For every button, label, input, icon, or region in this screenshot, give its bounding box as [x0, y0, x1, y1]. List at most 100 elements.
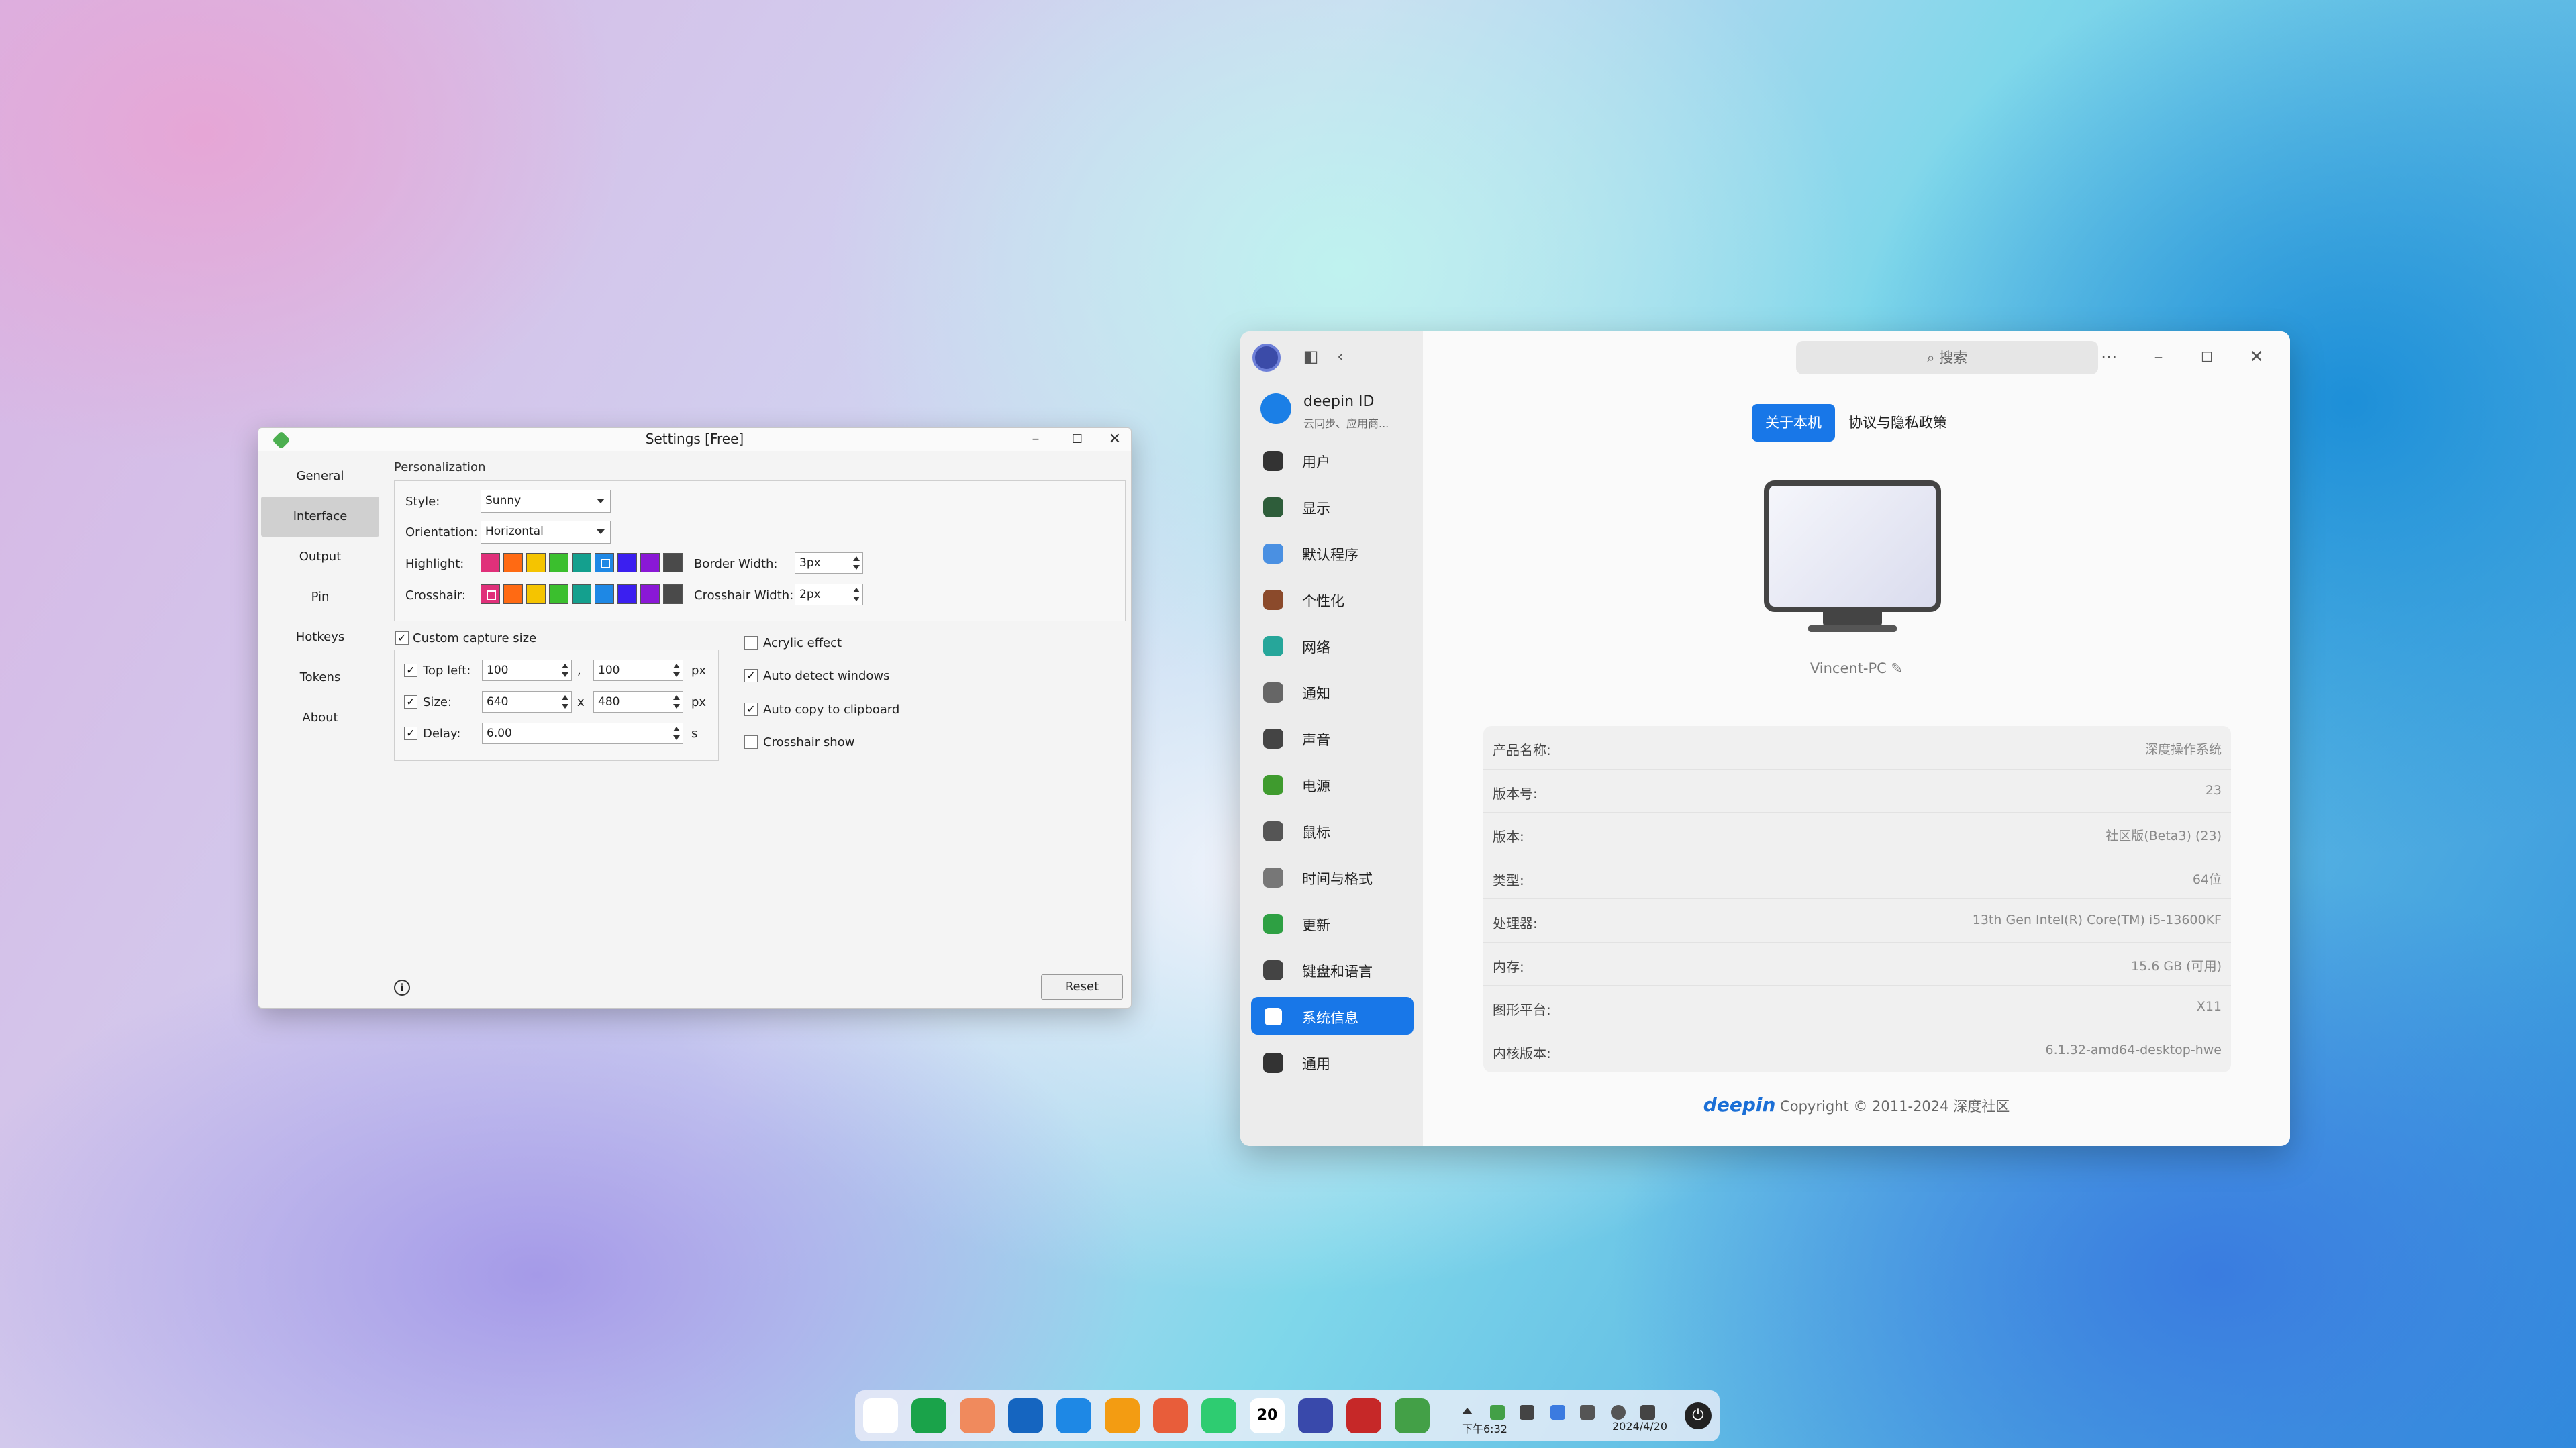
spin-up-icon[interactable] [673, 695, 680, 700]
back-icon[interactable]: ‹ [1330, 346, 1350, 366]
sidebar-item-mouse[interactable]: 鼠标 [1251, 812, 1414, 849]
sidebar-item-sound[interactable]: 声音 [1251, 719, 1414, 757]
orientation-combo[interactable]: Horizontal [481, 521, 611, 544]
sidebar-item-tokens[interactable]: Tokens [258, 658, 382, 698]
sidebar-toggle-icon[interactable]: ◧ [1301, 346, 1321, 366]
sidebar-item-clock[interactable]: 时间与格式 [1251, 858, 1414, 896]
tray-keyboard-icon[interactable] [1520, 1405, 1534, 1420]
crosshair-swatch-4[interactable] [572, 584, 591, 604]
acrylic-checkbox[interactable] [744, 636, 758, 650]
crosshair-swatch-3[interactable] [549, 584, 568, 604]
top-left-checkbox[interactable]: ✓ [404, 664, 417, 677]
crosshair-swatch-0[interactable] [481, 584, 500, 604]
image-viewer-icon[interactable] [1153, 1398, 1188, 1433]
close-icon[interactable]: ✕ [1101, 428, 1128, 451]
maximize-icon[interactable]: ☐ [2193, 344, 2220, 370]
control-center-icon[interactable] [1298, 1398, 1333, 1433]
spin-down-icon[interactable] [562, 704, 568, 709]
clock-time[interactable]: 下午6:32 [1462, 1420, 1507, 1436]
tab-about-this-pc[interactable]: 关于本机 [1752, 404, 1835, 442]
highlight-swatch-0[interactable] [481, 553, 500, 572]
delay-checkbox[interactable]: ✓ [404, 727, 417, 740]
tab-privacy-policy[interactable]: 协议与隐私政策 [1835, 404, 1961, 442]
crosshair-swatch-6[interactable] [617, 584, 637, 604]
spin-up-icon[interactable] [853, 588, 860, 592]
edit-pencil-icon[interactable]: ✎ [1891, 660, 1903, 676]
tray-app-icon[interactable] [1550, 1405, 1565, 1420]
terminal-icon[interactable] [1346, 1398, 1381, 1433]
spin-down-icon[interactable] [673, 704, 680, 709]
sidebar-item-notification[interactable]: 通知 [1251, 673, 1414, 711]
sidebar-item-keyboard[interactable]: 键盘和语言 [1251, 951, 1414, 988]
crosshair-width-spinbox[interactable]: 2px [795, 584, 863, 605]
settings-titlebar[interactable]: Settings [Free] – ☐ ✕ [258, 428, 1131, 451]
tray-expand-icon[interactable] [1462, 1408, 1473, 1414]
sidebar-item-network[interactable]: 网络 [1251, 627, 1414, 664]
size-checkbox[interactable]: ✓ [404, 695, 417, 709]
highlight-swatch-3[interactable] [549, 553, 568, 572]
crosshair-swatch-5[interactable] [595, 584, 614, 604]
tray-notification-icon[interactable] [1611, 1405, 1626, 1420]
crosshair-swatch-2[interactable] [526, 584, 546, 604]
spin-up-icon[interactable] [562, 695, 568, 700]
sidebar-item-power[interactable]: 电源 [1251, 766, 1414, 803]
music-icon[interactable] [1201, 1398, 1236, 1433]
highlight-swatch-5[interactable] [595, 553, 614, 572]
search-input[interactable]: ⌕ 搜索 [1796, 341, 2098, 374]
highlight-swatch-1[interactable] [503, 553, 523, 572]
sidebar-item-interface[interactable]: Interface [261, 497, 379, 537]
tray-control-icon[interactable] [1640, 1405, 1655, 1420]
size-height-spinbox[interactable]: 480 [593, 691, 683, 713]
tray-screenshot-icon[interactable] [1490, 1405, 1505, 1420]
app-grid-icon[interactable] [960, 1398, 995, 1433]
spin-up-icon[interactable] [673, 727, 680, 731]
size-width-spinbox[interactable]: 640 [482, 691, 572, 713]
highlight-swatch-2[interactable] [526, 553, 546, 572]
sidebar-item-hotkeys[interactable]: Hotkeys [258, 617, 382, 658]
top-left-x-spinbox[interactable]: 100 [482, 660, 572, 681]
clock-date[interactable]: 2024/4/20 [1612, 1420, 1667, 1433]
calendar-icon[interactable]: 20 [1250, 1398, 1285, 1433]
border-width-spinbox[interactable]: 3px [795, 552, 863, 574]
power-icon[interactable]: ⏻ [1685, 1402, 1712, 1429]
sidebar-item-default-apps[interactable]: 默认程序 [1251, 534, 1414, 572]
highlight-swatch-4[interactable] [572, 553, 591, 572]
delay-spinbox[interactable]: 6.00 [482, 723, 683, 744]
screenshot-tool-icon[interactable] [1395, 1398, 1430, 1433]
custom-capture-checkbox[interactable]: ✓ [395, 631, 409, 645]
spin-down-icon[interactable] [673, 672, 680, 677]
spin-up-icon[interactable] [562, 664, 568, 668]
sidebar-item-personalization[interactable]: 个性化 [1251, 580, 1414, 618]
pc-name[interactable]: Vincent-PC ✎ [1423, 660, 2290, 676]
top-left-y-spinbox[interactable]: 100 [593, 660, 683, 681]
spin-down-icon[interactable] [853, 565, 860, 570]
minimize-icon[interactable]: – [2145, 344, 2172, 370]
info-icon[interactable]: i [394, 980, 410, 996]
spin-down-icon[interactable] [853, 597, 860, 601]
file-manager-icon[interactable] [1105, 1398, 1140, 1433]
sidebar-item-general[interactable]: General [258, 456, 382, 497]
app-store-icon[interactable] [1008, 1398, 1043, 1433]
highlight-swatch-8[interactable] [663, 553, 683, 572]
close-icon[interactable]: ✕ [2243, 344, 2270, 370]
tray-pen-icon[interactable] [1580, 1405, 1595, 1420]
sidebar-item-output[interactable]: Output [258, 537, 382, 577]
sidebar-item-about[interactable]: About [258, 698, 382, 738]
browser-icon[interactable] [1056, 1398, 1091, 1433]
multitasking-icon[interactable] [911, 1398, 946, 1433]
highlight-swatch-6[interactable] [617, 553, 637, 572]
reset-button[interactable]: Reset [1041, 974, 1123, 1000]
maximize-icon[interactable]: ☐ [1064, 428, 1091, 451]
crosshair-show-checkbox[interactable] [744, 735, 758, 749]
sidebar-item-user[interactable]: 用户 [1251, 442, 1414, 479]
sidebar-item-pin[interactable]: Pin [258, 577, 382, 617]
highlight-swatch-7[interactable] [640, 553, 660, 572]
sidebar-item-system-info[interactable]: 系统信息 [1251, 997, 1414, 1035]
spin-down-icon[interactable] [562, 672, 568, 677]
deepin-id-title[interactable]: deepin ID [1303, 393, 1374, 410]
crosshair-swatch-7[interactable] [640, 584, 660, 604]
sidebar-item-update[interactable]: 更新 [1251, 904, 1414, 942]
more-options-icon[interactable]: ⋯ [2095, 344, 2122, 370]
minimize-icon[interactable]: – [1022, 428, 1049, 451]
spin-up-icon[interactable] [673, 664, 680, 668]
